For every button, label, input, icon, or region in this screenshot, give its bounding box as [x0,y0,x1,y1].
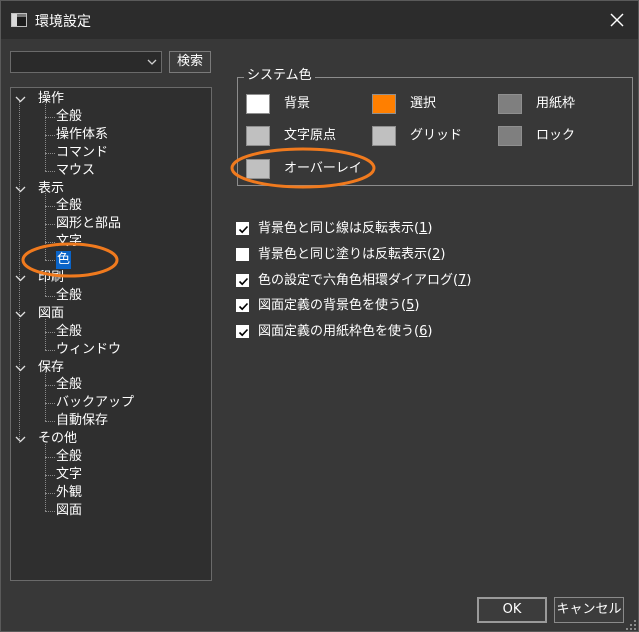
category-tree[interactable]: 操作 全般 操作体系 コマンド マウス 表示 全般 図形と部品 文字色印刷 全般 図面 全般 ウィンドウ… [10,87,212,581]
tree-group-label: 表示 [38,180,65,196]
tree-item-row[interactable]: コマンド [11,144,201,162]
color-swatch-label: ロック [536,128,576,143]
chevron-down-icon[interactable] [15,364,26,373]
tree-item-label: 全般 [56,198,83,214]
tree-item-label: 全般 [56,377,83,393]
checkmark-icon [238,302,249,311]
tree-item-label: 外観 [56,484,83,500]
cancel-button[interactable]: キャンセル [554,597,624,623]
tree-item-label: 全般 [56,449,83,464]
option-checkbox-row[interactable]: 図面定義の用紙枠色を使う(6) [236,323,536,341]
checkmark-icon [238,225,249,234]
checkbox-checked[interactable] [236,274,249,287]
color-swatch-button[interactable] [498,126,522,146]
chevron-down-icon[interactable] [15,185,26,194]
close-icon [610,13,624,27]
app-window-icon [11,13,27,27]
close-button[interactable] [603,7,631,33]
option-checkbox-row[interactable]: 背景色と同じ線は反転表示(1) [236,220,536,238]
color-swatch-button[interactable] [372,94,396,114]
tree-item-row[interactable]: 全般 [11,108,201,126]
tree-item-label: バックアップ [56,395,135,411]
window-title: 環境設定 [35,14,91,30]
tree-item-row[interactable]: 全般 [11,448,201,466]
color-swatch-label: 選択 [410,96,437,111]
tree-item-row[interactable]: 操作体系 [11,126,201,144]
tree-item-label: マウス [56,162,96,178]
tree-item-row[interactable]: 文字 [11,466,201,484]
tree-group-row[interactable]: その他 [11,430,201,448]
option-checkbox-row[interactable]: 背景色と同じ塗りは反転表示(2) [236,246,536,264]
checkbox-checked[interactable] [236,222,249,235]
tree-item-row[interactable]: 図形と部品 [11,215,201,233]
tree-item-row[interactable]: バックアップ [11,394,201,412]
option-label: 背景色と同じ線は反転表示(1) [258,221,433,236]
chevron-down-icon[interactable] [15,310,26,319]
ok-button[interactable]: OK [477,597,547,623]
tree-item-row[interactable]: 図面 [11,502,201,520]
search-combobox[interactable] [10,51,162,73]
option-label: 図面定義の背景色を使う(5) [258,298,420,313]
color-swatch-label: 用紙枠 [536,96,576,111]
tree-item-row[interactable]: マウス [11,162,201,180]
color-swatch-label: 背景 [284,96,311,111]
tree-item-label: 文字 [56,466,83,482]
color-swatch-button[interactable] [372,126,396,146]
color-swatch-button[interactable] [498,94,522,114]
tree-item-label: 全般 [56,323,83,339]
option-checkbox-row[interactable]: 図面定義の背景色を使う(5) [236,297,536,315]
option-label: 背景色と同じ塗りは反転表示(2) [258,247,446,262]
chevron-down-icon [147,59,157,65]
chevron-down-icon[interactable] [15,95,26,104]
settings-dialog: 環境設定 検索 操作 全般 操作体系 コマンド マウス 表示 全般 図形と部品 文字色印刷 全般図… [0,0,639,632]
tree-group-row[interactable]: 保存 [11,359,201,377]
search-button[interactable]: 検索 [169,51,211,73]
checkmark-icon [238,277,249,286]
tree-item-row[interactable]: 全般 [11,376,201,394]
tree-item-row[interactable]: 全般 [11,323,201,341]
tree-item-label: 自動保存 [56,413,109,429]
tree-group-label: 図面 [38,305,65,321]
annotation-oval-overlay [230,147,376,189]
checkmark-icon [238,328,249,337]
tree-item-label: ウィンドウ [56,341,122,357]
tree-item-label: コマンド [56,144,109,160]
tree-group-row[interactable]: 操作 [11,90,201,108]
color-swatch-button[interactable] [246,94,270,114]
tree-item-label: 全般 [56,287,83,303]
checkbox-checked[interactable] [236,325,249,338]
checkbox-unchecked[interactable] [236,248,249,261]
tree-item-row[interactable]: 自動保存 [11,412,201,430]
chevron-down-icon[interactable] [15,435,26,444]
option-label: 図面定義の用紙枠色を使う(6) [258,324,433,339]
tree-item-row[interactable]: 外観 [11,484,201,502]
tree-group-row[interactable]: 表示 [11,180,201,198]
option-label: 色の設定で六角色相環ダイアログ(7) [258,273,472,288]
color-swatch-label: グリッド [410,128,463,143]
tree-group-label: 操作 [38,91,65,106]
system-colors-title: システム色 [244,67,315,85]
annotation-oval-tree [21,242,119,278]
tree-item-row[interactable]: ウィンドウ [11,341,201,359]
tree-item-row[interactable]: 全般 [11,287,201,305]
tree-group-row[interactable]: 図面 [11,305,201,323]
option-checkbox-row[interactable]: 色の設定で六角色相環ダイアログ(7) [236,272,536,290]
tree-item-label: 全般 [56,108,83,124]
tree-item-label: 図形と部品 [56,216,122,232]
tree-item-row[interactable]: 全般 [11,197,201,215]
color-swatch-label: 文字原点 [284,128,337,143]
checkbox-checked[interactable] [236,299,249,312]
tree-group-label: その他 [38,431,78,447]
tree-item-label: 操作体系 [56,126,109,142]
resize-grip-icon[interactable] [625,619,637,631]
tree-item-label: 図面 [56,502,83,518]
title-bar[interactable]: 環境設定 [1,1,638,39]
tree-group-label: 保存 [38,359,65,375]
color-swatch-button[interactable] [246,126,270,146]
